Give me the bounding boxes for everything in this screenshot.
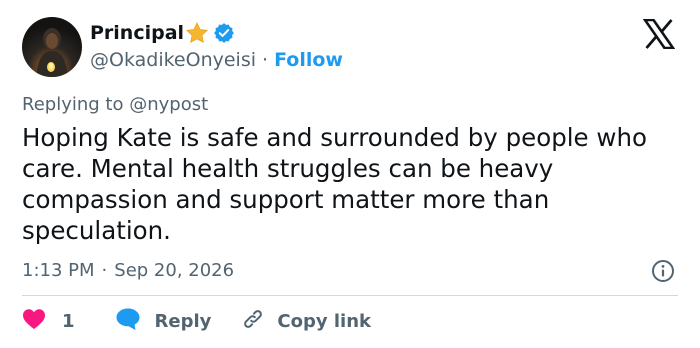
author-handle[interactable]: @OkadikeOnyeisi [90,49,256,71]
author-handle-row: @OkadikeOnyeisi · Follow [90,48,343,72]
tweet-timestamp[interactable]: 1:13 PM · Sep 20, 2026 [22,258,234,282]
verified-badge-icon [213,22,235,44]
link-icon [241,307,265,336]
tweet-actions: 1 Reply Copy link [22,308,371,334]
tweet-text-line: compassion and support matter more than [22,185,550,214]
follow-button[interactable]: Follow [274,49,343,71]
like-count: 1 [62,310,75,332]
tweet-time: 1:13 PM [22,259,95,281]
reply-context-prefix: Replying to [22,94,124,115]
reply-context: Replying to @nypost [22,94,208,115]
reply-label: Reply [154,310,212,332]
author-name-row: Principal [90,20,235,46]
reply-context-mention[interactable]: @nypost [129,94,208,115]
author-display-name[interactable]: Principal [90,22,184,44]
timestamp-separator: · [101,259,108,281]
avatar[interactable] [22,17,82,77]
tweet-text: Hoping Kate is safe and surrounded by pe… [22,122,692,246]
reply-button[interactable]: Reply [115,307,212,336]
divider [22,295,678,296]
info-icon[interactable] [651,259,675,283]
heart-icon [22,308,46,335]
tweet-card: Principal @OkadikeOnyeisi · Follow Reply… [0,0,700,348]
tweet-text-line: care. Mental health struggles can be hea… [22,154,554,183]
copy-link-button[interactable]: Copy link [241,307,371,336]
tweet-date: Sep 20, 2026 [114,259,235,281]
copy-link-label: Copy link [277,310,371,332]
star-icon [185,21,209,45]
handle-separator: · [262,49,269,71]
x-logo-icon[interactable] [642,18,676,50]
tweet-text-line: Hoping Kate is safe and surrounded by pe… [22,123,647,152]
reply-bubble-icon [115,307,141,336]
avatar-photo [36,28,68,77]
like-button[interactable]: 1 [22,308,75,335]
tweet-text-line: speculation. [22,216,171,245]
